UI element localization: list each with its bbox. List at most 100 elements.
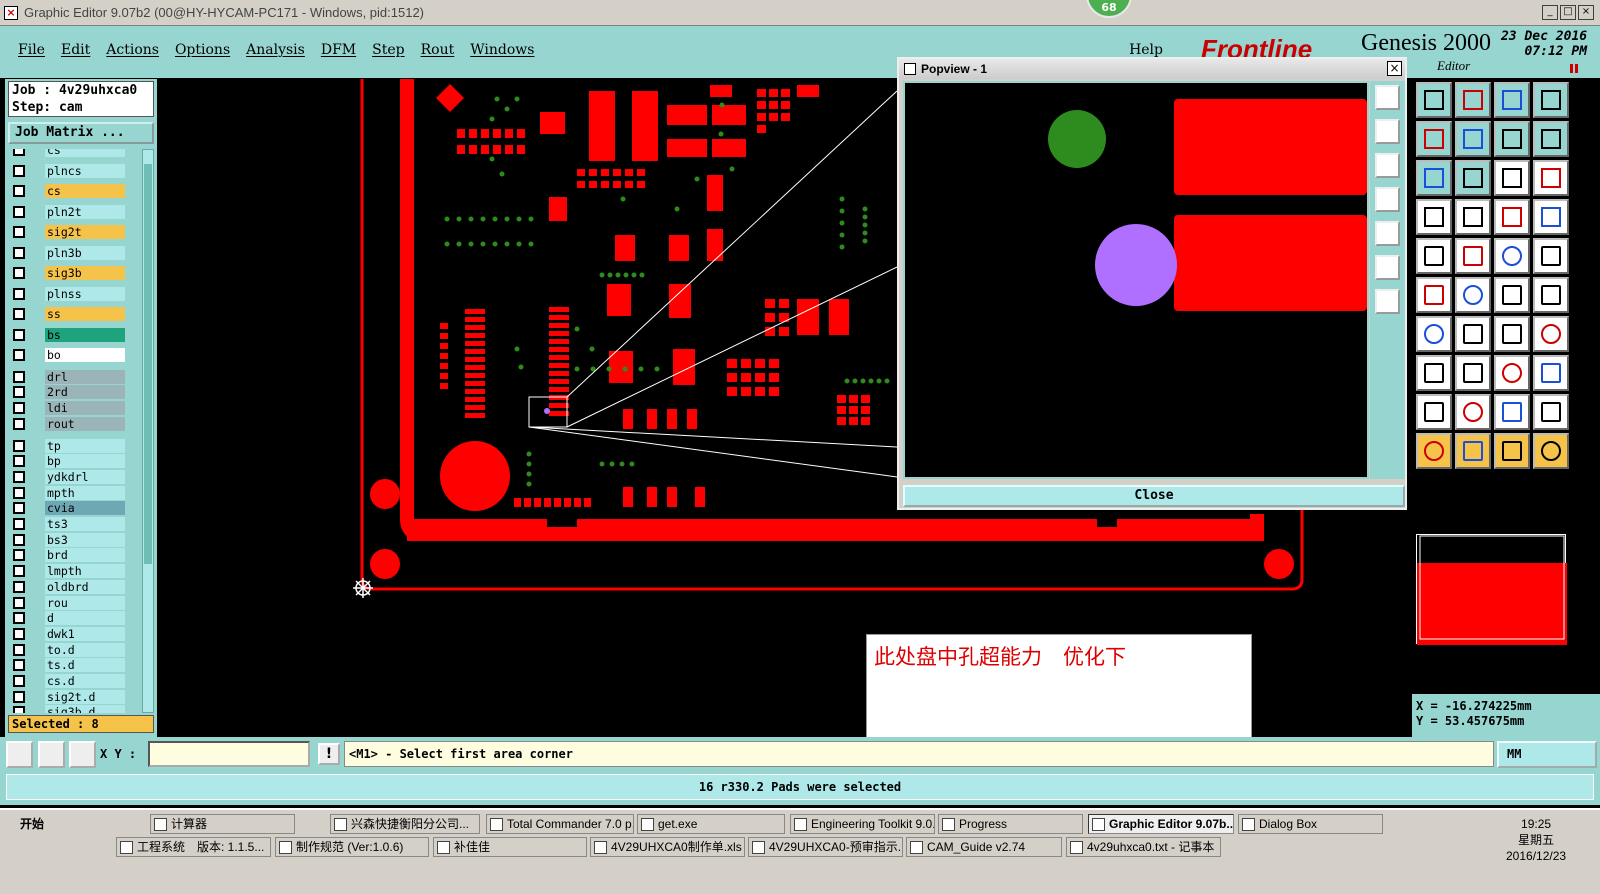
layer-row[interactable]: pln2t (8, 204, 140, 219)
select-touch-icon[interactable] (1494, 433, 1530, 469)
layer-scrollbar[interactable] (142, 149, 154, 713)
layer-row[interactable]: plncs (8, 163, 140, 178)
layer-row[interactable]: cs (8, 184, 140, 198)
move-icon[interactable] (1455, 160, 1491, 196)
layer-checkbox[interactable] (13, 455, 25, 468)
layer-checkbox[interactable] (13, 349, 25, 361)
layer-row[interactable]: sig3b (8, 266, 140, 280)
taskbar-item[interactable]: CAM_Guide v2.74 (906, 837, 1062, 857)
pause-icon[interactable] (1570, 64, 1578, 73)
layer-name[interactable]: brd (45, 548, 125, 563)
layer-name[interactable]: to.d (45, 642, 125, 657)
layer-row[interactable]: to.d (8, 642, 140, 657)
layer-row[interactable]: rou (8, 595, 140, 610)
taskbar-item[interactable]: Engineering Toolkit 9.0... (790, 814, 935, 834)
layer-row[interactable]: cs (8, 149, 140, 157)
popview-canvas[interactable] (903, 81, 1369, 479)
layer-name[interactable]: cs (45, 184, 125, 198)
layer-row[interactable]: bs3 (8, 532, 140, 547)
layer-name[interactable]: cs.d (45, 674, 125, 688)
xy-input[interactable] (148, 741, 310, 767)
layer-checkbox[interactable] (13, 185, 25, 197)
line-add-icon[interactable] (1455, 238, 1491, 274)
pan-right-icon[interactable] (1375, 221, 1400, 246)
layer-name[interactable]: rout (45, 416, 125, 431)
pad-add-icon[interactable] (1416, 238, 1452, 274)
overview-drawing[interactable] (1417, 535, 1567, 645)
rotate-icon[interactable] (1494, 316, 1530, 352)
layer-name[interactable]: pln2t (45, 204, 125, 219)
layer-checkbox[interactable] (13, 226, 25, 238)
layer-checkbox[interactable] (13, 287, 25, 300)
job-matrix-button[interactable]: Job Matrix ... (8, 122, 154, 144)
layer-edit-icon[interactable] (1416, 199, 1452, 235)
taskbar-item[interactable]: 计算器 (150, 814, 295, 834)
layer-checkbox[interactable] (13, 518, 25, 530)
layer-name[interactable]: ts3 (45, 517, 125, 531)
copy-icon[interactable] (1533, 355, 1569, 391)
layer-checkbox[interactable] (13, 533, 25, 546)
popview-close-button[interactable]: Close (903, 485, 1405, 507)
menu-actions[interactable]: Actions (106, 42, 159, 58)
layer-checkbox[interactable] (13, 164, 25, 177)
layer-checkbox[interactable] (13, 470, 25, 483)
connect-icon[interactable] (1416, 277, 1452, 313)
layer-checkbox[interactable] (13, 659, 25, 672)
parallel-icon[interactable] (1533, 316, 1569, 352)
layer-name[interactable]: d (45, 611, 125, 626)
layer-checkbox[interactable] (13, 328, 25, 341)
zoom-in-icon[interactable] (1375, 119, 1400, 144)
minimize-button[interactable]: _ (1542, 5, 1558, 20)
layer-checkbox[interactable] (13, 706, 25, 713)
zoom-area-icon[interactable] (1375, 289, 1400, 314)
close-window-button[interactable]: × (1578, 5, 1594, 20)
taskbar-item[interactable]: Graphic Editor 9.07b... (1088, 814, 1234, 834)
layer-checkbox[interactable] (13, 627, 25, 640)
width-icon[interactable] (1494, 355, 1530, 391)
layer-row[interactable]: cvia (8, 501, 140, 516)
taskbar-item[interactable]: 4V29UHXCA0制作单.xls ... (590, 837, 745, 857)
menu-edit[interactable]: Edit (61, 42, 90, 58)
layer-row[interactable]: cs.d (8, 674, 140, 688)
layer-checkbox[interactable] (13, 308, 25, 320)
grid-icon[interactable] (69, 741, 96, 768)
layer-row[interactable]: sig2t (8, 225, 140, 239)
step-up-icon[interactable] (1416, 82, 1452, 118)
taskbar-item[interactable]: Progress (938, 814, 1083, 834)
layer-name[interactable]: bs3 (45, 532, 125, 547)
menu-file[interactable]: File (18, 42, 45, 58)
layer-row[interactable]: ts.d (8, 658, 140, 673)
minus-icon[interactable] (1455, 355, 1491, 391)
layer-name[interactable]: ss (45, 307, 125, 321)
popview-close-icon[interactable]: × (1387, 61, 1402, 76)
layer-checkbox[interactable] (13, 417, 25, 430)
snap-icon[interactable] (38, 741, 65, 768)
layer-name[interactable]: lmpth (45, 564, 125, 579)
frame-icon[interactable] (1533, 82, 1569, 118)
maximize-button[interactable]: □ (1560, 5, 1576, 20)
select-box-icon[interactable] (1455, 433, 1491, 469)
measure-icon[interactable] (6, 741, 33, 768)
help-icon[interactable] (1533, 160, 1569, 196)
layer-checkbox[interactable] (13, 246, 25, 259)
taskbar-item[interactable]: 4V29UHXCA0-预审指示... (748, 837, 903, 857)
layer-name[interactable]: 2rd (45, 385, 125, 400)
layer-name[interactable]: sig3b (45, 266, 125, 280)
letter-a-icon[interactable] (1494, 394, 1530, 430)
layer-checkbox[interactable] (13, 565, 25, 578)
layer-row[interactable]: dwk1 (8, 626, 140, 641)
layer-name[interactable]: cvia (45, 501, 125, 516)
overview-map[interactable] (1416, 534, 1567, 645)
layer-checkbox[interactable] (13, 580, 25, 593)
layer-row[interactable]: rout (8, 416, 140, 431)
menu-step[interactable]: Step (372, 42, 404, 58)
mirror-icon[interactable] (1494, 121, 1530, 157)
layer-checkbox[interactable] (13, 439, 25, 452)
net-right-icon[interactable] (1533, 199, 1569, 235)
snap-right-icon[interactable] (1455, 121, 1491, 157)
net-left-icon[interactable] (1494, 199, 1530, 235)
ruler-icon[interactable] (1494, 238, 1530, 274)
layer-name[interactable]: ydkdrl (45, 469, 125, 484)
layer-name[interactable]: plnss (45, 286, 125, 301)
layer-checkbox[interactable] (13, 370, 25, 383)
